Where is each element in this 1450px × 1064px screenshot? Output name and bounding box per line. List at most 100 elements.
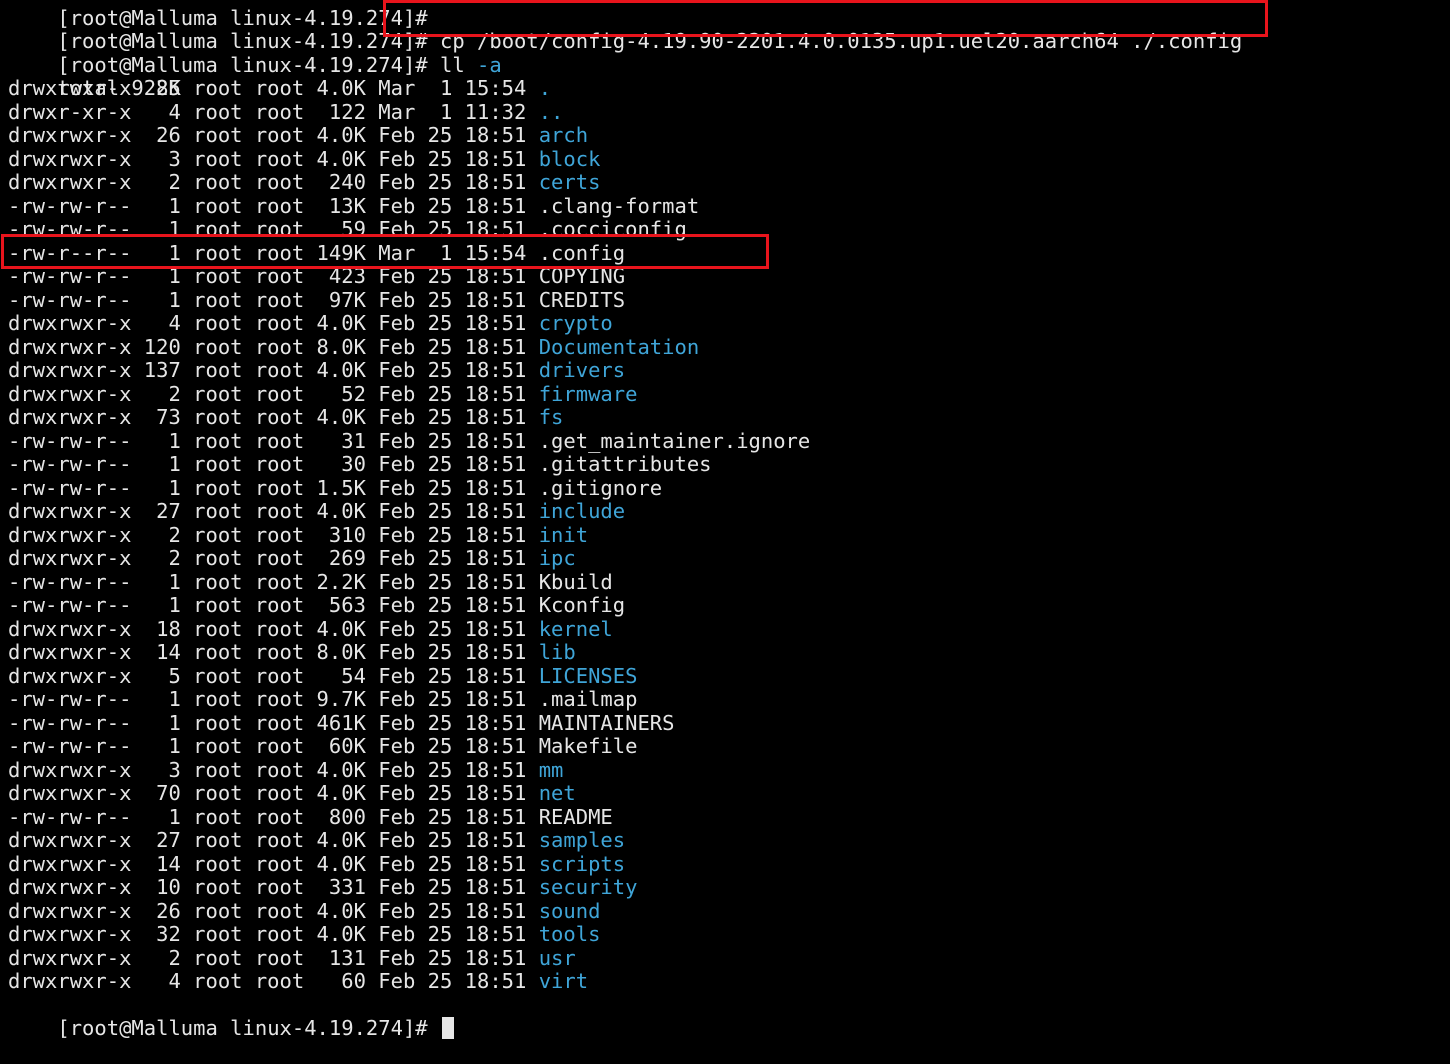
listing-row: -rw-rw-r-- 1 root root 1.5K Feb 25 18:51… [8, 475, 1448, 501]
listing-row-meta: -rw-r--r-- 1 root root 149K Mar 1 15:54 [8, 240, 539, 265]
listing-file-name: .clang-format [538, 193, 700, 218]
listing-row: drwxrwxr-x 10 root root 331 Feb 25 18:51… [8, 875, 1448, 900]
listing-dir-name: net [538, 781, 576, 805]
listing-file-name: .gitignore [538, 475, 663, 500]
listing-row: -rw-rw-r-- 1 root root 800 Feb 25 18:51 … [8, 804, 1448, 830]
listing-row: -rw-rw-r-- 1 root root 59 Feb 25 18:51 .… [8, 217, 1448, 242]
listing-dir-name: include [538, 499, 626, 523]
listing-dir-name: scripts [538, 851, 626, 876]
listing-file-name: .get_maintainer.ignore [538, 428, 811, 453]
listing-row: drwxrwxr-x 3 root root 4.0K Feb 25 18:51… [8, 757, 1448, 783]
listing-row-meta: drwxrwxr-x 120 root root 8.0K Feb 25 18:… [8, 334, 539, 359]
listing-row-meta: drwxr-xr-x 4 root root 122 Mar 1 11:32 [8, 99, 539, 124]
listing-row-meta: drwxrwxr-x 2 root root 310 Feb 25 18:51 [8, 522, 539, 547]
listing-row: drwxrwxr-x 70 root root 4.0K Feb 25 18:5… [8, 781, 1448, 806]
listing-row: drwxrwxr-x 120 root root 8.0K Feb 25 18:… [8, 334, 1448, 360]
listing-row-meta: drwxrwxr-x 4 root root 60 Feb 25 18:51 [8, 969, 539, 993]
listing-file-name: Kbuild [538, 569, 613, 594]
listing-row: drwxrwxr-x 26 root root 4.0K Feb 25 18:5… [8, 123, 1448, 148]
listing-dir-name: mm [538, 757, 564, 782]
listing-row: drwxrwxr-x 32 root root 4.0K Feb 25 18:5… [8, 922, 1448, 947]
listing-dir-name: init [538, 522, 589, 547]
terminal-output[interactable]: [root@Malluma linux-4.19.274]# [root@Mal… [8, 0, 1448, 1040]
listing-row: drwxrwxr-x 137 root root 4.0K Feb 25 18:… [8, 358, 1448, 383]
listing-row: drwxrwxr-x 2 root root 240 Feb 25 18:51 … [8, 170, 1448, 195]
listing-file-name: README [538, 804, 613, 829]
listing-row: drwxrwxr-x 26 root root 4.0K Feb 25 18:5… [8, 898, 1448, 924]
listing-row-meta: drwxrwxr-x 32 root root 4.0K Feb 25 18:5… [8, 922, 539, 946]
listing-dir-name: virt [538, 969, 589, 993]
listing-file-name: Kconfig [538, 593, 626, 617]
listing-file-name: MAINTAINERS [538, 710, 675, 735]
listing-row-meta: drwxrwxr-x 26 root root 4.0K Feb 25 18:5… [8, 123, 539, 147]
listing-row-meta: -rw-rw-r-- 1 root root 423 Feb 25 18:51 [8, 264, 539, 288]
listing-file-name: Makefile [538, 734, 638, 758]
listing-row: -rw-rw-r-- 1 root root 30 Feb 25 18:51 .… [8, 452, 1448, 477]
listing-row-meta: -rw-rw-r-- 1 root root 2.2K Feb 25 18:51 [8, 569, 539, 594]
listing-row: drwxrwxr-x 2 root root 131 Feb 25 18:51 … [8, 945, 1448, 971]
listing-row-meta: drwxrwxr-x 10 root root 331 Feb 25 18:51 [8, 875, 539, 899]
listing-row-meta: -rw-rw-r-- 1 root root 30 Feb 25 18:51 [8, 452, 539, 476]
listing-dir-name: fs [538, 405, 564, 429]
listing-row-meta: -rw-rw-r-- 1 root root 31 Feb 25 18:51 [8, 428, 539, 453]
listing-dir-name: arch [538, 123, 589, 147]
listing-dir-name: crypto [538, 311, 613, 335]
directory-listing: drwxrwxr-x 25 root root 4.0K Mar 1 15:54… [8, 76, 1448, 994]
listing-row-meta: drwxrwxr-x 73 root root 4.0K Feb 25 18:5… [8, 405, 539, 429]
listing-row-meta: drwxrwxr-x 2 root root 240 Feb 25 18:51 [8, 170, 539, 194]
terminal-line-cp-command: [root@Malluma linux-4.19.274]# cp /boot/… [8, 7, 1448, 53]
listing-dir-name: kernel [538, 616, 613, 641]
listing-row-meta: drwxrwxr-x 70 root root 4.0K Feb 25 18:5… [8, 781, 539, 805]
listing-row: drwxrwxr-x 25 root root 4.0K Mar 1 15:54… [8, 76, 1448, 101]
listing-dir-name: ipc [538, 546, 576, 570]
listing-row-meta: drwxrwxr-x 137 root root 4.0K Feb 25 18:… [8, 358, 539, 382]
listing-row: -rw-rw-r-- 1 root root 563 Feb 25 18:51 … [8, 593, 1448, 618]
listing-row-meta: drwxrwxr-x 2 root root 131 Feb 25 18:51 [8, 945, 539, 970]
listing-dir-name: samples [538, 828, 626, 852]
listing-row: drwxrwxr-x 2 root root 52 Feb 25 18:51 f… [8, 382, 1448, 407]
terminal-line-final-prompt[interactable]: [root@Malluma linux-4.19.274]# [8, 994, 1448, 1040]
listing-row-meta: -rw-rw-r-- 1 root root 97K Feb 25 18:51 [8, 287, 539, 312]
listing-row-meta: drwxrwxr-x 27 root root 4.0K Feb 25 18:5… [8, 828, 539, 852]
listing-row-meta: drwxrwxr-x 26 root root 4.0K Feb 25 18:5… [8, 898, 539, 923]
listing-row-meta: drwxrwxr-x 25 root root 4.0K Mar 1 15:54 [8, 76, 539, 100]
listing-file-name: .gitattributes [538, 452, 712, 476]
listing-row: drwxrwxr-x 5 root root 54 Feb 25 18:51 L… [8, 663, 1448, 689]
listing-row: -rw-rw-r-- 1 root root 423 Feb 25 18:51 … [8, 264, 1448, 289]
listing-row: drwxrwxr-x 27 root root 4.0K Feb 25 18:5… [8, 828, 1448, 853]
listing-row: drwxrwxr-x 73 root root 4.0K Feb 25 18:5… [8, 405, 1448, 430]
listing-row: -rw-rw-r-- 1 root root 31 Feb 25 18:51 .… [8, 428, 1448, 454]
listing-row-meta: -rw-rw-r-- 1 root root 60K Feb 25 18:51 [8, 734, 539, 758]
listing-row: drwxrwxr-x 4 root root 4.0K Feb 25 18:51… [8, 311, 1448, 336]
listing-row-meta: -rw-rw-r-- 1 root root 1.5K Feb 25 18:51 [8, 475, 539, 500]
listing-row: -rw-rw-r-- 1 root root 9.7K Feb 25 18:51… [8, 687, 1448, 712]
listing-row-meta: -rw-rw-r-- 1 root root 9.7K Feb 25 18:51 [8, 687, 539, 711]
listing-row: drwxrwxr-x 4 root root 60 Feb 25 18:51 v… [8, 969, 1448, 994]
text-cursor [441, 1017, 454, 1039]
listing-dir-name: security [538, 875, 638, 899]
listing-row: -rw-rw-r-- 1 root root 2.2K Feb 25 18:51… [8, 569, 1448, 595]
listing-dir-name: lib [538, 640, 576, 664]
listing-row-meta: drwxrwxr-x 18 root root 4.0K Feb 25 18:5… [8, 616, 539, 641]
listing-row: -rw-r--r-- 1 root root 149K Mar 1 15:54 … [8, 240, 1448, 266]
listing-row: -rw-rw-r-- 1 root root 97K Feb 25 18:51 … [8, 287, 1448, 313]
listing-row: drwxrwxr-x 14 root root 8.0K Feb 25 18:5… [8, 640, 1448, 665]
listing-row-meta: drwxrwxr-x 2 root root 269 Feb 25 18:51 [8, 546, 539, 570]
listing-row-meta: drwxrwxr-x 5 root root 54 Feb 25 18:51 [8, 663, 539, 688]
listing-file-name: .config [538, 240, 626, 265]
listing-dir-name: Documentation [538, 334, 700, 359]
listing-dir-name: certs [538, 170, 601, 194]
listing-row-meta: -rw-rw-r-- 1 root root 563 Feb 25 18:51 [8, 593, 539, 617]
listing-row: drwxrwxr-x 2 root root 310 Feb 25 18:51 … [8, 522, 1448, 548]
listing-file-name: .cocciconfig [538, 217, 687, 241]
listing-row-meta: -rw-rw-r-- 1 root root 461K Feb 25 18:51 [8, 710, 539, 735]
listing-row-meta: drwxrwxr-x 3 root root 4.0K Feb 25 18:51 [8, 146, 539, 171]
listing-row-meta: drwxrwxr-x 14 root root 4.0K Feb 25 18:5… [8, 851, 539, 876]
listing-row-meta: -rw-rw-r-- 1 root root 59 Feb 25 18:51 [8, 217, 539, 241]
listing-row: drwxrwxr-x 18 root root 4.0K Feb 25 18:5… [8, 616, 1448, 642]
listing-row: drwxrwxr-x 14 root root 4.0K Feb 25 18:5… [8, 851, 1448, 877]
listing-dir-name: sound [538, 898, 601, 923]
listing-dir-name: drivers [538, 358, 626, 382]
terminal-line-ll-command: [root@Malluma linux-4.19.274]# ll -a [8, 30, 1448, 77]
listing-row: drwxrwxr-x 2 root root 269 Feb 25 18:51 … [8, 546, 1448, 571]
